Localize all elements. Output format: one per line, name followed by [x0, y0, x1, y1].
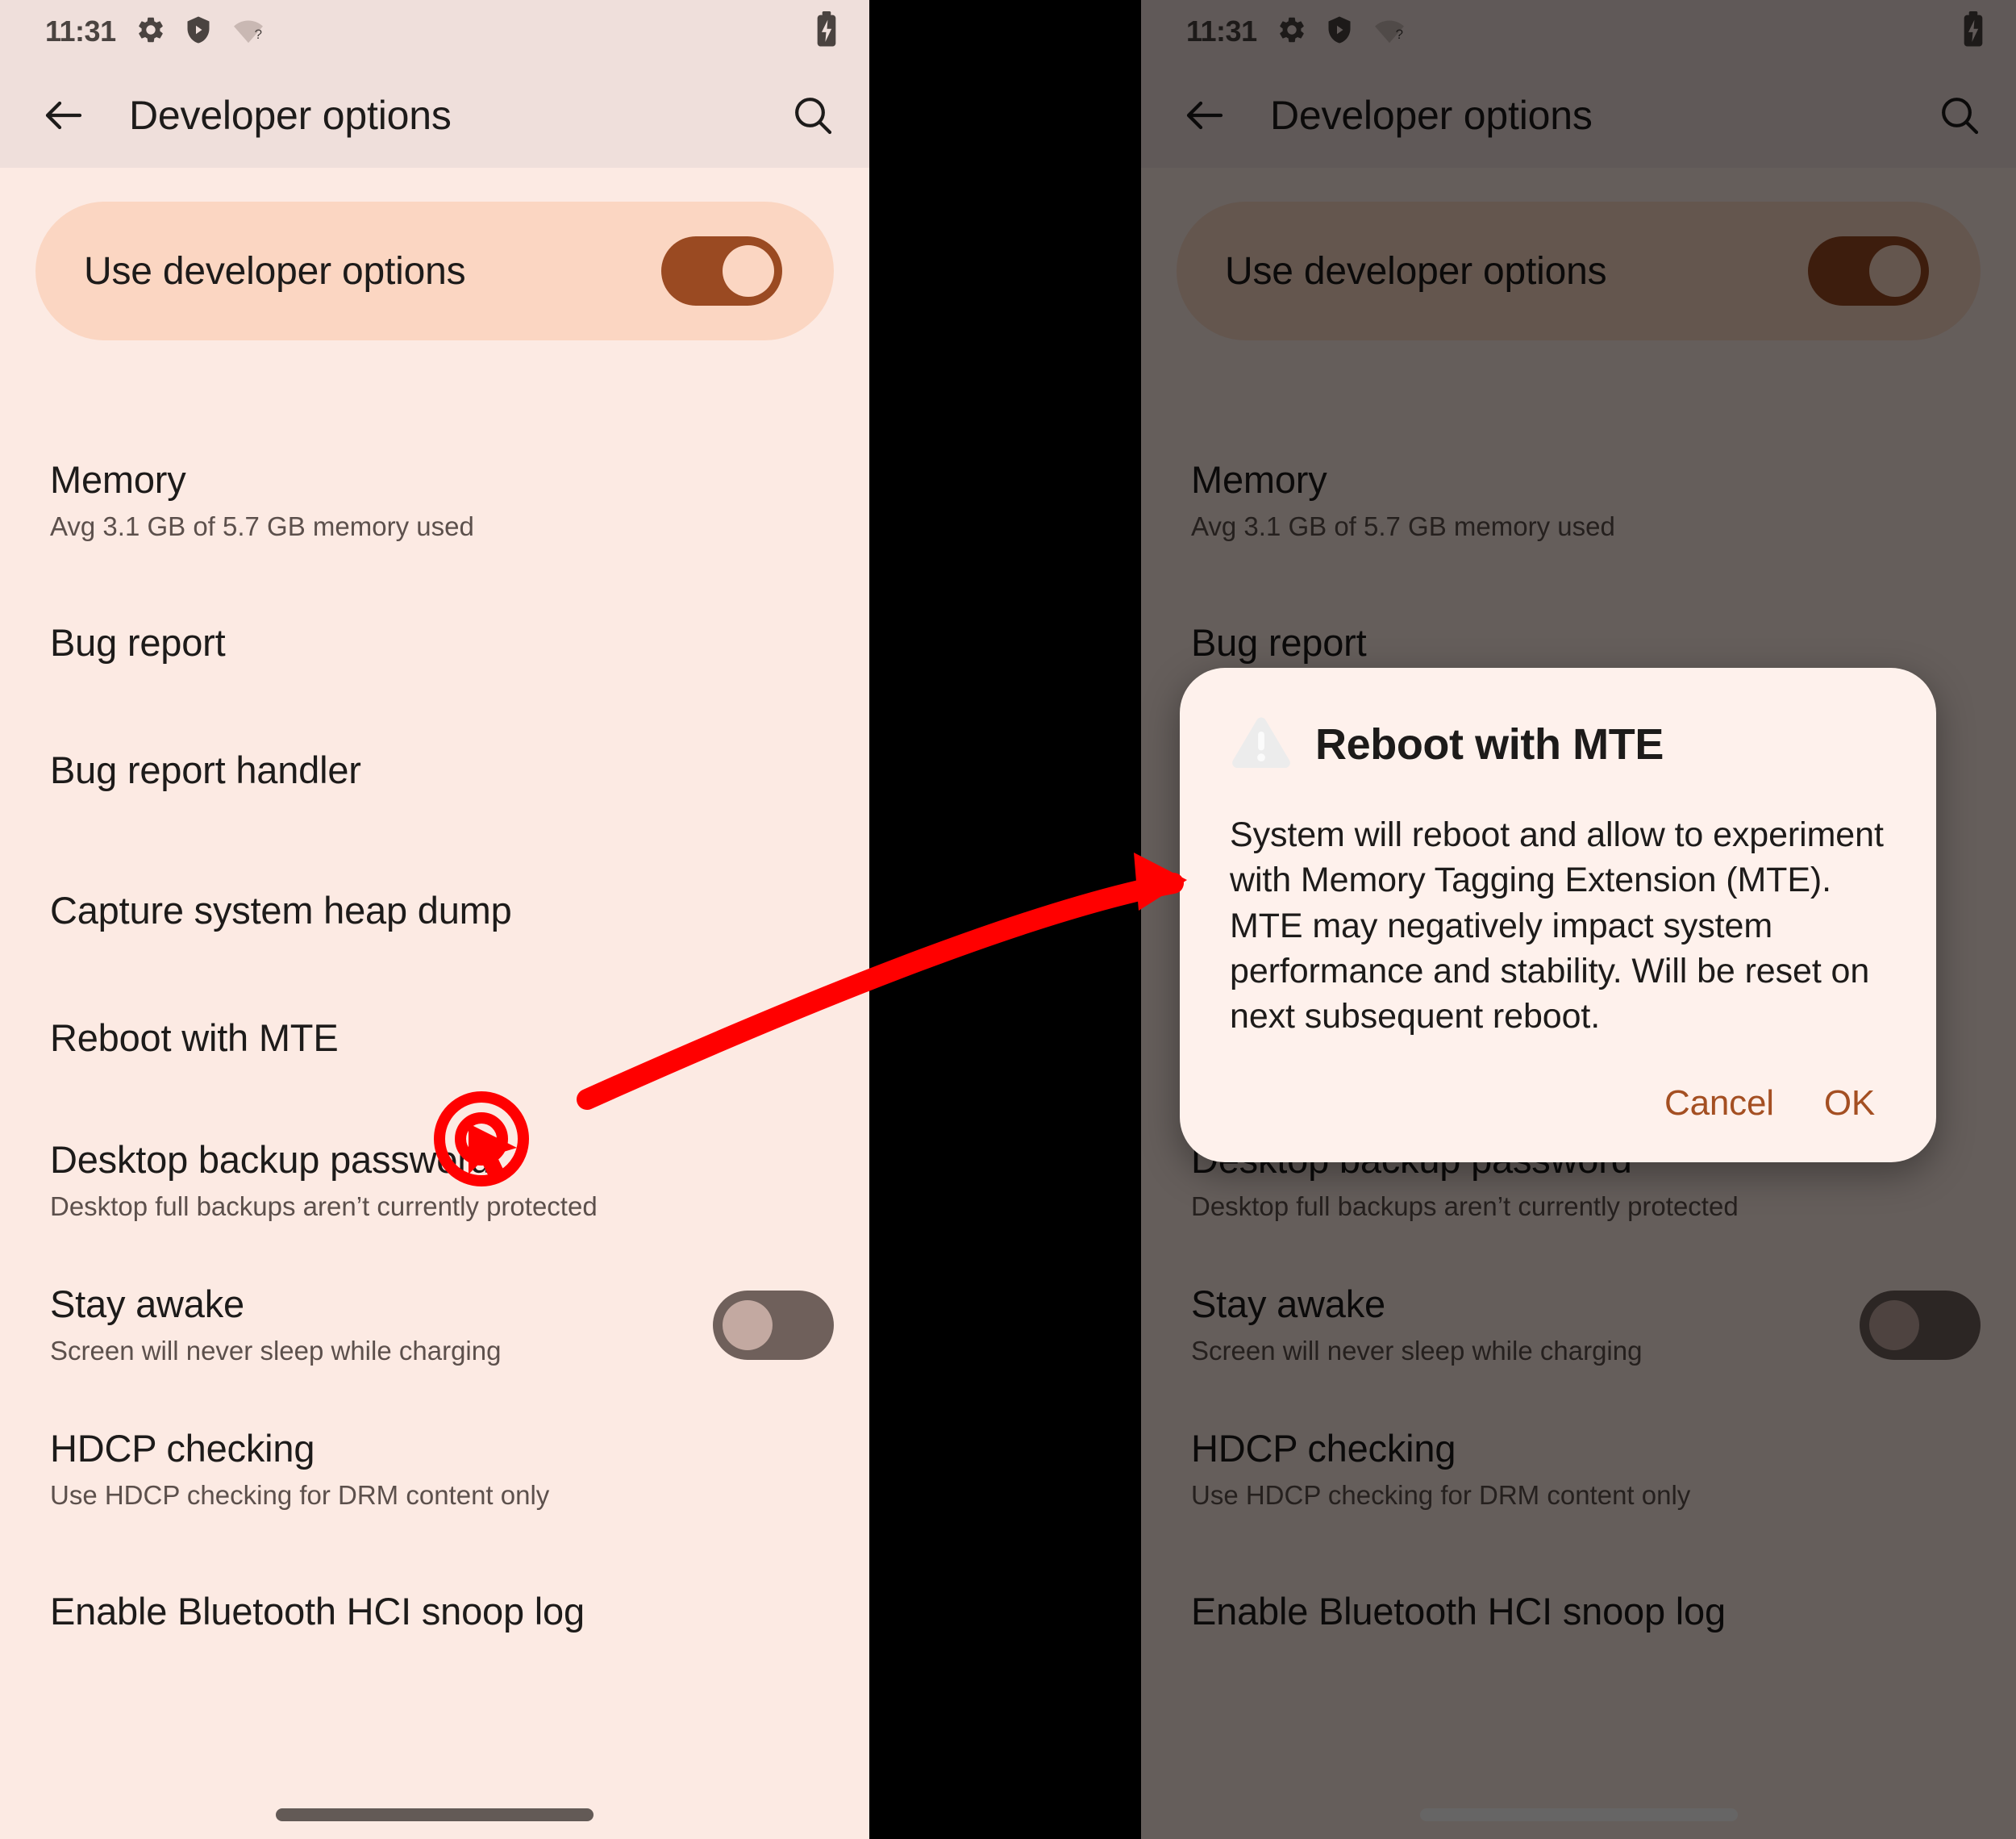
arrow-back-icon	[1186, 101, 1223, 130]
use-developer-options-card[interactable]: Use developer options	[35, 202, 834, 340]
use-developer-options-switch[interactable]	[661, 236, 782, 306]
status-bar-clock: 11:31	[1186, 15, 1257, 48]
phone-screen-after: 11:31 ? Developer options Use developer …	[1141, 0, 2016, 1839]
status-bar-right	[1961, 10, 1985, 52]
settings-content: Use developer options Memory Avg 3.1 GB …	[0, 168, 869, 1839]
settings-row-hdcp-checking[interactable]: HDCP checking Use HDCP checking for DRM …	[1141, 1428, 2016, 1510]
battery-charging-icon	[1961, 10, 1985, 52]
home-indicator[interactable]	[276, 1808, 594, 1821]
row-title: HDCP checking	[50, 1427, 315, 1470]
svg-text:?: ?	[254, 27, 261, 42]
row-title: Memory	[50, 458, 186, 501]
row-subtitle: Desktop full backups aren’t currently pr…	[1191, 1191, 1739, 1221]
switch-knob	[723, 245, 774, 297]
settings-row-desktop-backup-password[interactable]: Desktop backup password Desktop full bac…	[0, 1138, 869, 1221]
row-title: Enable Bluetooth HCI snoop log	[50, 1589, 585, 1633]
row-title: Reboot with MTE	[50, 1015, 339, 1059]
search-icon	[1942, 98, 1979, 135]
home-indicator[interactable]	[1419, 1808, 1738, 1821]
svg-text:?: ?	[1395, 27, 1402, 42]
settings-row-memory[interactable]: Memory Avg 3.1 GB of 5.7 GB memory used	[0, 458, 869, 541]
settings-row-memory[interactable]: Memory Avg 3.1 GB of 5.7 GB memory used	[1141, 458, 2016, 541]
settings-row-reboot-with-mte[interactable]: Reboot with MTE	[0, 999, 869, 1077]
row-title: Bug report handler	[50, 748, 361, 791]
row-title: Enable Bluetooth HCI snoop log	[1191, 1589, 1726, 1633]
switch-knob	[1869, 245, 1921, 297]
switch-knob	[723, 1299, 773, 1350]
switch-knob	[1869, 1299, 1919, 1350]
settings-row-bug-report-handler[interactable]: Bug report handler	[0, 732, 869, 809]
battery-charging-icon	[814, 10, 839, 52]
row-title: Desktop backup password	[50, 1138, 491, 1182]
row-title: Stay awake	[50, 1282, 244, 1326]
use-developer-options-label: Use developer options	[84, 249, 466, 293]
settings-row-bug-report[interactable]: Bug report	[0, 604, 869, 682]
gear-icon	[135, 15, 166, 49]
wifi-question-icon: ?	[231, 15, 266, 49]
row-title: Stay awake	[1191, 1282, 1385, 1326]
row-subtitle: Use HDCP checking for DRM content only	[50, 1479, 550, 1510]
status-bar-icon-group: ?	[135, 15, 266, 49]
dialog-title: Reboot with MTE	[1315, 719, 1664, 769]
row-title: Bug report	[1191, 620, 1367, 664]
row-title: Memory	[1191, 458, 1327, 501]
row-subtitle: Screen will never sleep while charging	[1191, 1335, 1643, 1366]
row-title: Capture system heap dump	[50, 888, 512, 932]
search-button[interactable]	[1924, 93, 1982, 138]
settings-row-hdcp-checking[interactable]: HDCP checking Use HDCP checking for DRM …	[0, 1428, 869, 1510]
settings-row-enable-bluetooth-hci-snoop-log[interactable]: Enable Bluetooth HCI snoop log	[0, 1573, 869, 1650]
use-developer-options-switch[interactable]	[1808, 236, 1929, 306]
cancel-button[interactable]: Cancel	[1664, 1083, 1774, 1124]
use-developer-options-label: Use developer options	[1225, 249, 1607, 293]
settings-row-capture-system-heap-dump[interactable]: Capture system heap dump	[0, 872, 869, 949]
app-bar: Developer options	[0, 63, 869, 168]
use-developer-options-card[interactable]: Use developer options	[1177, 202, 1981, 340]
warning-triangle-icon	[1230, 713, 1293, 775]
stay-awake-switch[interactable]	[713, 1290, 834, 1360]
shield-play-icon	[1325, 15, 1354, 49]
status-bar-left: 11:31 ?	[45, 15, 266, 49]
row-subtitle: Avg 3.1 GB of 5.7 GB memory used	[1191, 511, 1615, 541]
shield-play-icon	[184, 15, 213, 49]
wifi-question-icon: ?	[1372, 15, 1407, 49]
screenshot-stage: 11:31 ? Developer options Use developer …	[0, 0, 2016, 1839]
settings-row-enable-bluetooth-hci-snoop-log[interactable]: Enable Bluetooth HCI snoop log	[1141, 1573, 2016, 1650]
status-bar-left: 11:31 ?	[1186, 15, 1407, 49]
status-bar-clock: 11:31	[45, 15, 116, 48]
ok-button[interactable]: OK	[1824, 1083, 1875, 1124]
app-bar: Developer options	[1141, 63, 2016, 168]
stay-awake-switch[interactable]	[1860, 1290, 1981, 1360]
status-bar-icon-group: ?	[1277, 15, 1407, 49]
phone-screen-before: 11:31 ? Developer options Use developer …	[0, 0, 869, 1839]
row-subtitle: Use HDCP checking for DRM content only	[1191, 1479, 1691, 1510]
row-title: Bug report	[50, 620, 226, 664]
dialog-message: System will reboot and allow to experime…	[1230, 815, 1884, 1036]
status-bar: 11:31 ?	[1141, 0, 2016, 63]
back-button[interactable]	[32, 91, 95, 140]
status-bar: 11:31 ?	[0, 0, 869, 63]
reboot-with-mte-dialog: Reboot with MTE System will reboot and a…	[1180, 668, 1936, 1162]
search-icon	[795, 98, 832, 135]
dialog-actions: Cancel OK	[1230, 1083, 1886, 1132]
settings-row-stay-awake[interactable]: Stay awake Screen will never sleep while…	[1141, 1282, 2016, 1366]
status-bar-right	[814, 10, 839, 52]
row-subtitle: Avg 3.1 GB of 5.7 GB memory used	[50, 511, 474, 541]
row-subtitle: Desktop full backups aren’t currently pr…	[50, 1191, 598, 1221]
back-button[interactable]	[1173, 91, 1236, 140]
gear-icon	[1277, 15, 1307, 49]
row-subtitle: Screen will never sleep while charging	[50, 1335, 502, 1366]
settings-list: Memory Avg 3.1 GB of 5.7 GB memory used …	[0, 382, 869, 1650]
settings-row-stay-awake[interactable]: Stay awake Screen will never sleep while…	[0, 1282, 869, 1366]
arrow-back-icon	[45, 101, 82, 130]
search-button[interactable]	[777, 93, 835, 138]
dialog-header: Reboot with MTE	[1230, 713, 1886, 775]
page-title: Developer options	[1270, 93, 1593, 138]
page-title: Developer options	[129, 93, 452, 138]
row-title: HDCP checking	[1191, 1427, 1456, 1470]
